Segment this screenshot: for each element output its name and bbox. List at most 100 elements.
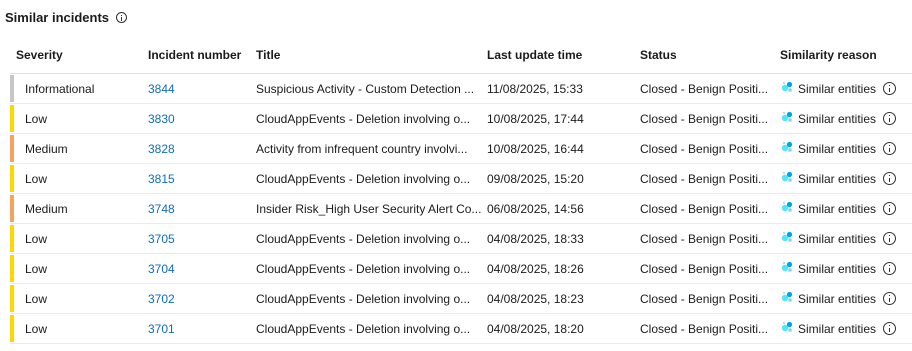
table-row[interactable]: Informational 3844 Suspicious Activity -… [10,73,912,104]
severity-label: Low [25,171,48,186]
similarity-reason-label: Similar entities [798,201,877,216]
incident-number-link[interactable]: 3705 [148,232,175,246]
incident-number-cell: 3702 [148,283,256,314]
entities-icon [781,111,793,122]
incident-status: Closed - Benign Positi... [640,193,780,224]
entities-icon [781,201,793,212]
last-update-time: 04/08/2025, 18:26 [487,253,640,284]
last-update-time: 11/08/2025, 15:33 [487,73,640,104]
info-icon[interactable] [883,202,897,215]
last-update-time: 06/08/2025, 14:56 [487,193,640,224]
severity-label: Low [25,321,48,336]
incident-number-link[interactable]: 3704 [148,262,175,276]
severity-cell: Low [10,163,148,194]
severity-indicator-bar [10,75,14,102]
severity-label: Medium [25,201,68,216]
similarity-reason-cell: Similar entities [780,283,912,314]
incident-title: CloudAppEvents - Deletion involving o... [256,223,487,254]
similarity-reason-label: Similar entities [798,141,877,156]
entities-icon [781,141,793,152]
incident-title: CloudAppEvents - Deletion involving o... [256,283,487,314]
incident-number-link[interactable]: 3830 [148,112,175,126]
column-header-last-update-time[interactable]: Last update time [487,37,640,74]
info-icon[interactable] [883,322,897,335]
severity-cell: Medium [10,193,148,224]
incident-number-cell: 3701 [148,313,256,344]
incident-number-cell: 3748 [148,193,256,224]
incident-status: Closed - Benign Positi... [640,313,780,344]
table-row[interactable]: Medium 3828 Activity from infrequent cou… [10,133,912,164]
severity-indicator-bar [10,165,14,192]
table-header-row: Severity Incident number Title Last upda… [10,37,912,74]
severity-cell: Low [10,103,148,134]
incident-number-cell: 3705 [148,223,256,254]
info-icon[interactable] [116,11,128,23]
severity-indicator-bar [10,315,14,342]
table-row[interactable]: Low 3702 CloudAppEvents - Deletion invol… [10,283,912,314]
info-icon[interactable] [883,82,897,95]
table-row[interactable]: Low 3704 CloudAppEvents - Deletion invol… [10,253,912,284]
incident-number-cell: 3830 [148,103,256,134]
column-header-incident-number[interactable]: Incident number [148,37,256,74]
severity-cell: Low [10,223,148,254]
column-header-title[interactable]: Title [256,37,487,74]
severity-cell: Low [10,283,148,314]
severity-label: Low [25,111,48,126]
incident-number-cell: 3844 [148,73,256,104]
info-icon[interactable] [883,172,897,185]
incident-status: Closed - Benign Positi... [640,133,780,164]
last-update-time: 09/08/2025, 15:20 [487,163,640,194]
entities-icon [781,261,793,272]
table-row[interactable]: Low 3701 CloudAppEvents - Deletion invol… [10,313,912,344]
table-body: Informational 3844 Suspicious Activity -… [10,73,912,344]
last-update-time: 04/08/2025, 18:20 [487,313,640,344]
severity-indicator-bar [10,255,14,282]
incident-status: Closed - Benign Positi... [640,163,780,194]
incident-title: Activity from infrequent country involvi… [256,133,487,164]
column-header-status[interactable]: Status [640,37,780,74]
table-row[interactable]: Low 3705 CloudAppEvents - Deletion invol… [10,223,912,254]
similarity-reason-label: Similar entities [798,291,877,306]
entities-icon [781,321,793,332]
incident-number-link[interactable]: 3702 [148,292,175,306]
incident-status: Closed - Benign Positi... [640,223,780,254]
incident-number-cell: 3704 [148,253,256,284]
similarity-reason-label: Similar entities [798,81,877,96]
severity-cell: Low [10,313,148,344]
similarity-reason-cell: Similar entities [780,223,912,254]
column-header-similarity-reason[interactable]: Similarity reason [780,37,912,74]
similarity-reason-label: Similar entities [798,111,877,126]
info-icon[interactable] [883,262,897,275]
info-icon[interactable] [883,232,897,245]
incident-title: CloudAppEvents - Deletion involving o... [256,163,487,194]
table-row[interactable]: Low 3815 CloudAppEvents - Deletion invol… [10,163,912,194]
similar-incidents-panel: Similar incidents Severity Incident numb… [0,0,912,351]
incident-number-link[interactable]: 3701 [148,322,175,336]
incident-number-link[interactable]: 3844 [148,82,175,96]
info-icon[interactable] [883,292,897,305]
severity-indicator-bar [10,105,14,132]
entities-icon [781,81,793,92]
severity-indicator-bar [10,195,14,222]
table-row[interactable]: Low 3830 CloudAppEvents - Deletion invol… [10,103,912,134]
last-update-time: 04/08/2025, 18:33 [487,223,640,254]
entities-icon [781,291,793,302]
severity-indicator-bar [10,225,14,252]
last-update-time: 10/08/2025, 16:44 [487,133,640,164]
incident-number-cell: 3815 [148,163,256,194]
severity-label: Low [25,261,48,276]
similarity-reason-label: Similar entities [798,321,877,336]
incident-title: Suspicious Activity - Custom Detection .… [256,73,487,104]
table-row[interactable]: Medium 3748 Insider Risk_High User Secur… [10,193,912,224]
column-header-severity[interactable]: Severity [10,37,148,74]
incident-status: Closed - Benign Positi... [640,253,780,284]
info-icon[interactable] [883,142,897,155]
incident-status: Closed - Benign Positi... [640,73,780,104]
incident-number-link[interactable]: 3828 [148,142,175,156]
info-icon[interactable] [883,112,897,125]
similarity-reason-cell: Similar entities [780,73,912,104]
similarity-reason-cell: Similar entities [780,313,912,344]
incident-title: Insider Risk_High User Security Alert Co… [256,193,487,224]
incident-number-link[interactable]: 3815 [148,172,175,186]
incident-number-link[interactable]: 3748 [148,202,175,216]
